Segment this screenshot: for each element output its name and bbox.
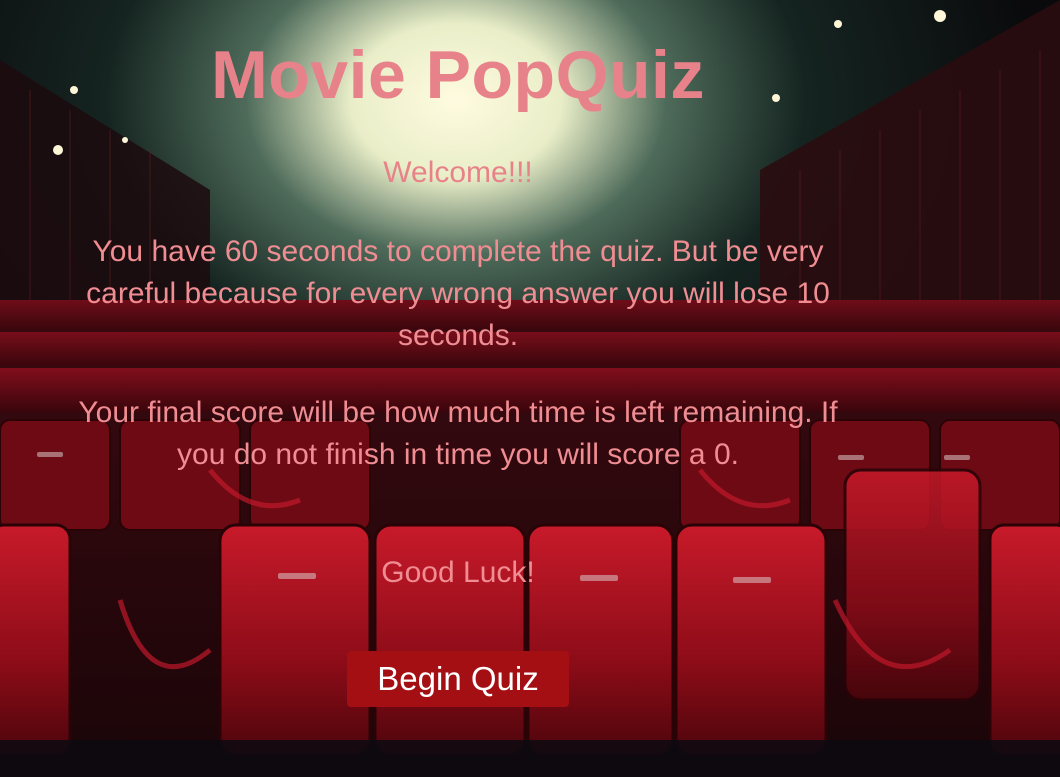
rules-paragraph-score: Your final score will be how much time i… [78,396,838,471]
intro-panel: Movie PopQuiz Welcome!!! You have 60 sec… [60,0,856,777]
welcome-text: Welcome!!! [383,156,533,189]
rules-paragraph-time: You have 60 seconds to complete the quiz… [86,235,830,352]
quiz-start-screen: Movie PopQuiz Welcome!!! You have 60 sec… [0,0,1060,777]
good-luck-text: Good Luck! [381,556,535,589]
page-title: Movie PopQuiz [211,37,705,113]
begin-quiz-button[interactable]: Begin Quiz [347,651,569,707]
